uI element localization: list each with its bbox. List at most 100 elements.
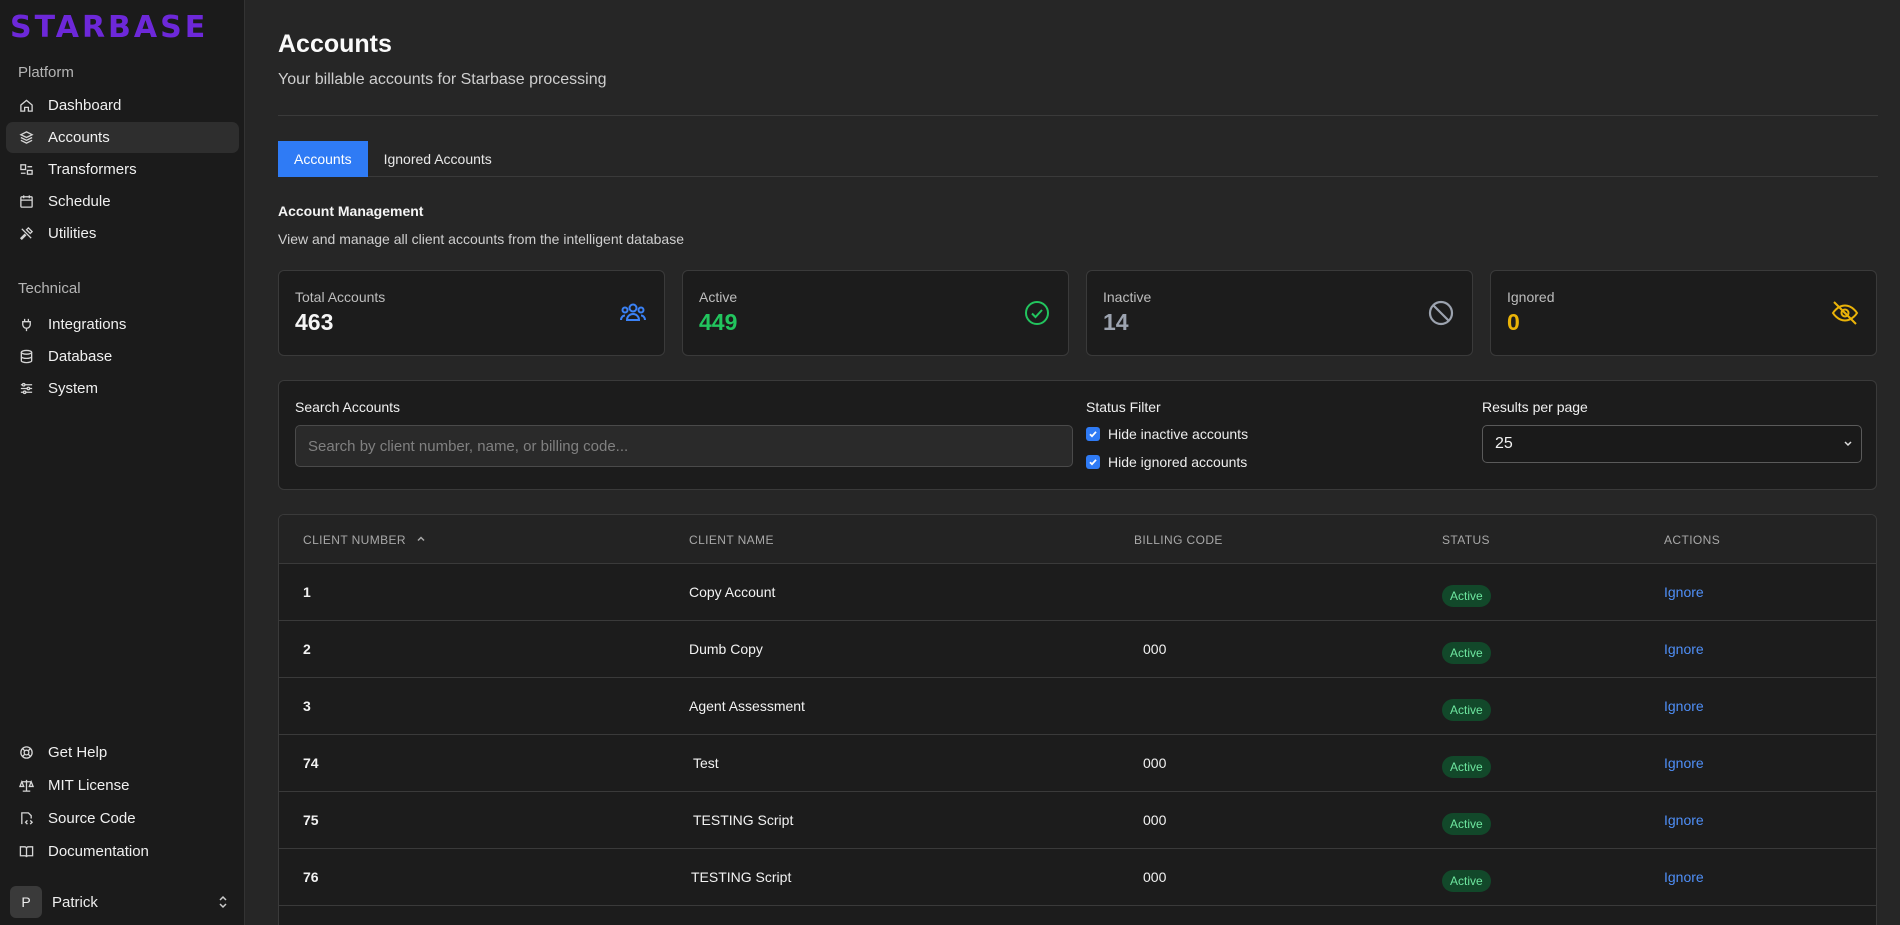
lifebuoy-icon: [18, 744, 34, 760]
sidebar-item-label: Utilities: [48, 225, 97, 242]
section-description: View and manage all client accounts from…: [278, 231, 684, 247]
status-badge: Active: [1442, 642, 1491, 664]
cell-client-number: 2: [303, 641, 311, 657]
stat-value: 14: [1103, 309, 1129, 335]
table-row: 3 Agent Assessment Active Ignore: [279, 678, 1876, 735]
tab-ignored-accounts[interactable]: Ignored Accounts: [368, 141, 508, 177]
database-icon: [18, 349, 34, 365]
hide-ignored-label: Hide ignored accounts: [1108, 454, 1248, 470]
sidebar-item-label: Dashboard: [48, 97, 122, 114]
th-client-number[interactable]: CLIENT NUMBER: [303, 533, 426, 547]
transform-icon: [18, 162, 34, 178]
status-filter-label: Status Filter: [1086, 399, 1161, 415]
tab-bar: Accounts Ignored Accounts: [278, 141, 1878, 177]
th-client-name[interactable]: CLIENT NAME: [689, 533, 774, 547]
hide-ignored-row[interactable]: Hide ignored accounts: [1086, 454, 1247, 470]
divider: [278, 115, 1878, 116]
page-subtitle: Your billable accounts for Starbase proc…: [278, 71, 607, 88]
stat-value: 449: [699, 309, 738, 335]
cell-client-number: 1: [303, 584, 311, 600]
starbase-logo[interactable]: STARBASE: [10, 10, 208, 45]
nav-platform: Platform Dashboard Accounts Transformers: [0, 62, 245, 250]
status-badge: Active: [1442, 585, 1491, 607]
status-badge: Active: [1442, 756, 1491, 778]
sidebar-item-documentation[interactable]: Documentation: [6, 835, 239, 867]
ignore-link[interactable]: Ignore: [1664, 698, 1704, 714]
section-title: Account Management: [278, 203, 424, 219]
th-actions: ACTIONS: [1664, 533, 1721, 547]
ignore-link[interactable]: Ignore: [1664, 812, 1704, 828]
per-page-select[interactable]: 25: [1482, 425, 1862, 463]
th-status[interactable]: STATUS: [1442, 533, 1490, 547]
sidebar: STARBASE Platform Dashboard Accounts Tra…: [0, 0, 245, 925]
th-billing-code[interactable]: BILLING CODE: [1134, 533, 1223, 547]
status-badge: Active: [1442, 870, 1491, 892]
per-page-value: 25: [1495, 435, 1513, 452]
search-input[interactable]: [295, 425, 1073, 467]
search-label: Search Accounts: [295, 399, 401, 415]
ignore-link[interactable]: Ignore: [1664, 584, 1704, 600]
sidebar-item-label: Source Code: [48, 809, 136, 827]
tab-accounts[interactable]: Accounts: [278, 141, 368, 177]
cell-client-number: 3: [303, 698, 311, 714]
users-icon: [620, 303, 646, 321]
stat-value: 463: [295, 309, 334, 335]
sidebar-item-dashboard[interactable]: Dashboard: [6, 90, 239, 121]
main-content: Accounts Your billable accounts for Star…: [245, 0, 1900, 925]
book-icon: [18, 843, 34, 859]
nav-technical: Technical Integrations Database System: [0, 278, 245, 405]
cell-billing-code: 000: [1143, 755, 1167, 771]
table-row: 74 Test 000 Active Ignore: [279, 735, 1876, 792]
sidebar-item-integrations[interactable]: Integrations: [6, 309, 239, 340]
sidebar-item-database[interactable]: Database: [6, 341, 239, 372]
stats-row: Total Accounts 463 Active 449 Inactive 1…: [278, 270, 1877, 356]
nav-heading-technical: Technical: [18, 280, 81, 297]
sidebar-item-system[interactable]: System: [6, 373, 239, 404]
ignore-link[interactable]: Ignore: [1664, 869, 1704, 885]
table-header: CLIENT NUMBER CLIENT NAME BILLING CODE S…: [279, 515, 1876, 564]
sidebar-item-label: Get Help: [48, 743, 108, 761]
hide-ignored-checkbox[interactable]: [1086, 455, 1100, 469]
table-row: 75 TESTING Script 000 Active Ignore: [279, 792, 1876, 849]
sidebar-item-get-help[interactable]: Get Help: [6, 736, 239, 768]
sidebar-item-label: Database: [48, 348, 113, 365]
hide-inactive-label: Hide inactive accounts: [1108, 426, 1249, 442]
sidebar-item-accounts[interactable]: Accounts: [6, 122, 239, 153]
sidebar-item-label: Transformers: [48, 161, 137, 178]
hide-inactive-checkbox[interactable]: [1086, 427, 1100, 441]
cell-client-name: Copy Account: [689, 584, 776, 600]
accounts-table: CLIENT NUMBER CLIENT NAME BILLING CODE S…: [278, 514, 1877, 925]
sidebar-item-transformers[interactable]: Transformers: [6, 154, 239, 185]
sidebar-item-mit-license[interactable]: MIT License: [6, 769, 239, 801]
sidebar-item-label: Accounts: [48, 129, 110, 146]
home-icon: [18, 98, 34, 114]
ignore-link[interactable]: Ignore: [1664, 641, 1704, 657]
eye-off-icon: [1831, 301, 1859, 325]
page-title: Accounts: [278, 30, 392, 58]
sidebar-item-label: MIT License: [48, 776, 130, 794]
tools-icon: [18, 226, 34, 242]
stat-label: Total Accounts: [295, 289, 386, 305]
stat-label: Inactive: [1103, 289, 1152, 305]
stat-card-total: Total Accounts 463: [278, 270, 665, 356]
stat-value: 0: [1507, 309, 1520, 335]
cell-billing-code: 000: [1143, 812, 1167, 828]
stat-card-active: Active 449: [682, 270, 1069, 356]
cell-client-number: 74: [303, 755, 319, 771]
sidebar-item-label: Schedule: [48, 193, 111, 210]
sidebar-item-utilities[interactable]: Utilities: [6, 218, 239, 249]
user-menu[interactable]: P Patrick: [10, 885, 230, 919]
chevron-down-icon: [1843, 426, 1853, 477]
scale-icon: [18, 777, 34, 793]
hide-inactive-row[interactable]: Hide inactive accounts: [1086, 426, 1248, 442]
ignore-link[interactable]: Ignore: [1664, 755, 1704, 771]
check-circle-icon: [1025, 301, 1049, 325]
sidebar-item-schedule[interactable]: Schedule: [6, 186, 239, 217]
per-page-label: Results per page: [1482, 399, 1588, 415]
filters-panel: Search Accounts Status Filter Hide inact…: [278, 380, 1877, 490]
stat-card-inactive: Inactive 14: [1086, 270, 1473, 356]
sort-asc-icon: [417, 536, 425, 542]
sidebar-item-source-code[interactable]: Source Code: [6, 802, 239, 834]
cell-client-number: 76: [303, 869, 319, 885]
status-badge: Active: [1442, 813, 1491, 835]
